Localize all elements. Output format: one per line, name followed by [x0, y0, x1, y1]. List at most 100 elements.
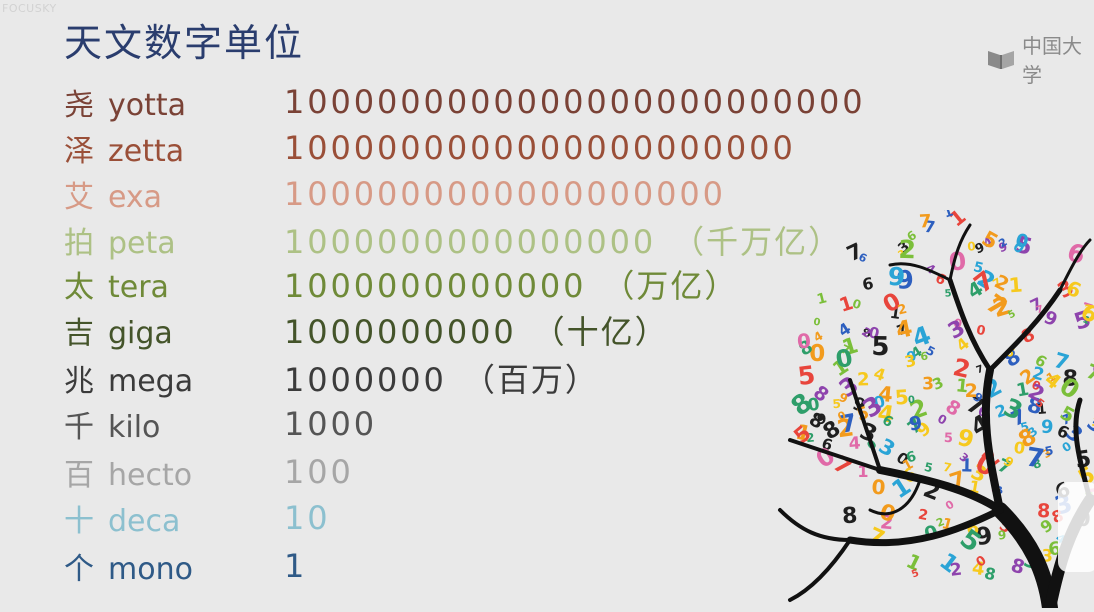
- unit-number: 1000000000000: [284, 267, 587, 305]
- unit-english-name: mega: [108, 364, 194, 399]
- unit-chinese-name: 百: [64, 458, 94, 493]
- tree-digit: 7: [1024, 442, 1047, 474]
- unit-value: 1000000000 （十亿）: [284, 307, 669, 353]
- unit-prefix: 太 tera: [64, 262, 169, 306]
- tree-digit: 5: [894, 385, 910, 410]
- tree-digit: 4: [894, 316, 915, 345]
- tree-digit: 2: [965, 380, 978, 402]
- unit-english-name: kilo: [108, 410, 161, 445]
- unit-number: 1000000000000000: [284, 223, 657, 261]
- unit-number: 1000000000000000000: [284, 175, 726, 213]
- tree-digit: 9: [908, 412, 923, 435]
- unit-number: 1000000000000000000000000: [284, 83, 866, 121]
- tree-digit: 0: [813, 317, 822, 329]
- tree-digit: 0: [871, 475, 887, 500]
- tree-digit: 5: [871, 332, 890, 362]
- unit-chinese-name: 兆: [64, 364, 94, 399]
- tree-digit: 9: [1041, 417, 1054, 438]
- tree-digit: 6: [861, 274, 875, 295]
- tree-digit: 5: [910, 568, 921, 581]
- unit-number: 100: [284, 453, 354, 491]
- tree-digit: 1: [1008, 272, 1024, 297]
- tree-digit: 7: [864, 523, 888, 552]
- unit-english-name: deca: [108, 504, 181, 539]
- unit-note: （万亿）: [602, 267, 739, 305]
- unit-value: 1000: [284, 405, 377, 443]
- unit-chinese-name: 十: [64, 504, 94, 539]
- tree-digit: 0: [851, 296, 863, 312]
- unit-prefix: 吉 giga: [64, 308, 173, 352]
- unit-value: 1000000000000000000: [284, 175, 726, 213]
- tree-digit: 5: [944, 431, 954, 446]
- unit-value: 1: [284, 547, 307, 585]
- unit-note: （十亿）: [532, 313, 669, 351]
- unit-chinese-name: 艾: [64, 180, 94, 215]
- unit-english-name: mono: [108, 552, 193, 587]
- unit-english-name: exa: [108, 180, 163, 215]
- tree-digit: 8: [1037, 500, 1051, 522]
- unit-english-name: tera: [108, 270, 169, 305]
- unit-number: 1000000000000000000000: [284, 129, 796, 167]
- tree-digit: 5: [923, 460, 934, 476]
- unit-value: 1000000000000 （万亿）: [284, 261, 738, 307]
- tree-digit: 1: [1090, 415, 1094, 431]
- tree-digit: 1: [815, 290, 828, 308]
- unit-value: 1000000000000000 （千万亿）: [284, 217, 842, 263]
- unit-chinese-name: 吉: [64, 316, 94, 351]
- unit-prefix: 艾 exa: [64, 172, 162, 216]
- unit-chinese-name: 泽: [64, 134, 94, 169]
- unit-value: 1000000000000000000000000: [284, 83, 865, 121]
- unit-number: 1000000000: [284, 313, 517, 351]
- unit-english-name: hecto: [108, 458, 193, 493]
- corner-card: [1058, 482, 1094, 572]
- unit-note: （百万）: [462, 361, 599, 399]
- unit-english-name: peta: [108, 226, 176, 261]
- unit-chinese-name: 个: [64, 552, 94, 587]
- unit-english-name: yotta: [108, 88, 187, 123]
- unit-english-name: zetta: [108, 134, 185, 169]
- tree-digit: 5: [796, 360, 817, 391]
- unit-prefix: 拍 peta: [64, 218, 176, 262]
- unit-english-name: giga: [108, 316, 173, 351]
- tree-digit: 7: [919, 211, 933, 233]
- brand-logo: 中国大学: [986, 30, 1094, 88]
- tree-digit: 8: [841, 503, 858, 529]
- tree-digit: 0: [796, 328, 812, 353]
- tree-digit: 0: [1013, 438, 1026, 458]
- tree-digit: 9: [955, 425, 976, 454]
- unit-value: 1000000 （百万）: [284, 355, 599, 401]
- unit-prefix: 兆 mega: [64, 356, 193, 400]
- unit-chinese-name: 尧: [64, 88, 94, 123]
- tree-digit: 0: [975, 323, 987, 339]
- unit-prefix: 百 hecto: [64, 450, 192, 494]
- tree-digit: 2: [857, 369, 870, 390]
- unit-prefix: 泽 zetta: [64, 126, 184, 170]
- unit-number: 1000000: [284, 361, 447, 399]
- tree-digit: 3: [922, 374, 934, 394]
- unit-prefix: 尧 yotta: [64, 80, 186, 124]
- tree-digit: 2: [917, 507, 930, 525]
- unit-chinese-name: 拍: [64, 226, 94, 261]
- unit-number: 10: [284, 499, 331, 537]
- number-tree-icon: 5044239403476338280020760389907315711020…: [760, 204, 1094, 612]
- unit-number: 1: [284, 547, 308, 585]
- unit-chinese-name: 太: [64, 270, 94, 305]
- unit-number: 1000: [284, 405, 378, 443]
- brand-text: 中国大学: [1022, 34, 1082, 87]
- unit-prefix: 个 mono: [64, 544, 193, 588]
- tree-digit: 7: [975, 364, 985, 377]
- tree-digit: 5: [1044, 443, 1055, 458]
- slide-title: 天文数字单位: [64, 21, 305, 65]
- book-logo-icon: [986, 47, 1016, 71]
- unit-value: 10: [284, 499, 331, 537]
- watermark: FOCUSKY: [2, 2, 57, 15]
- tree-digit: 9: [997, 528, 1007, 543]
- tree-digit: 6: [1063, 237, 1089, 270]
- unit-chinese-name: 千: [64, 410, 94, 445]
- tree-digit: 0: [943, 497, 957, 512]
- unit-prefix: 千 kilo: [64, 402, 160, 446]
- unit-value: 100: [284, 453, 354, 491]
- unit-prefix: 十 deca: [64, 496, 180, 540]
- unit-value: 1000000000000000000000: [284, 129, 796, 167]
- tree-digit: 2: [949, 560, 963, 581]
